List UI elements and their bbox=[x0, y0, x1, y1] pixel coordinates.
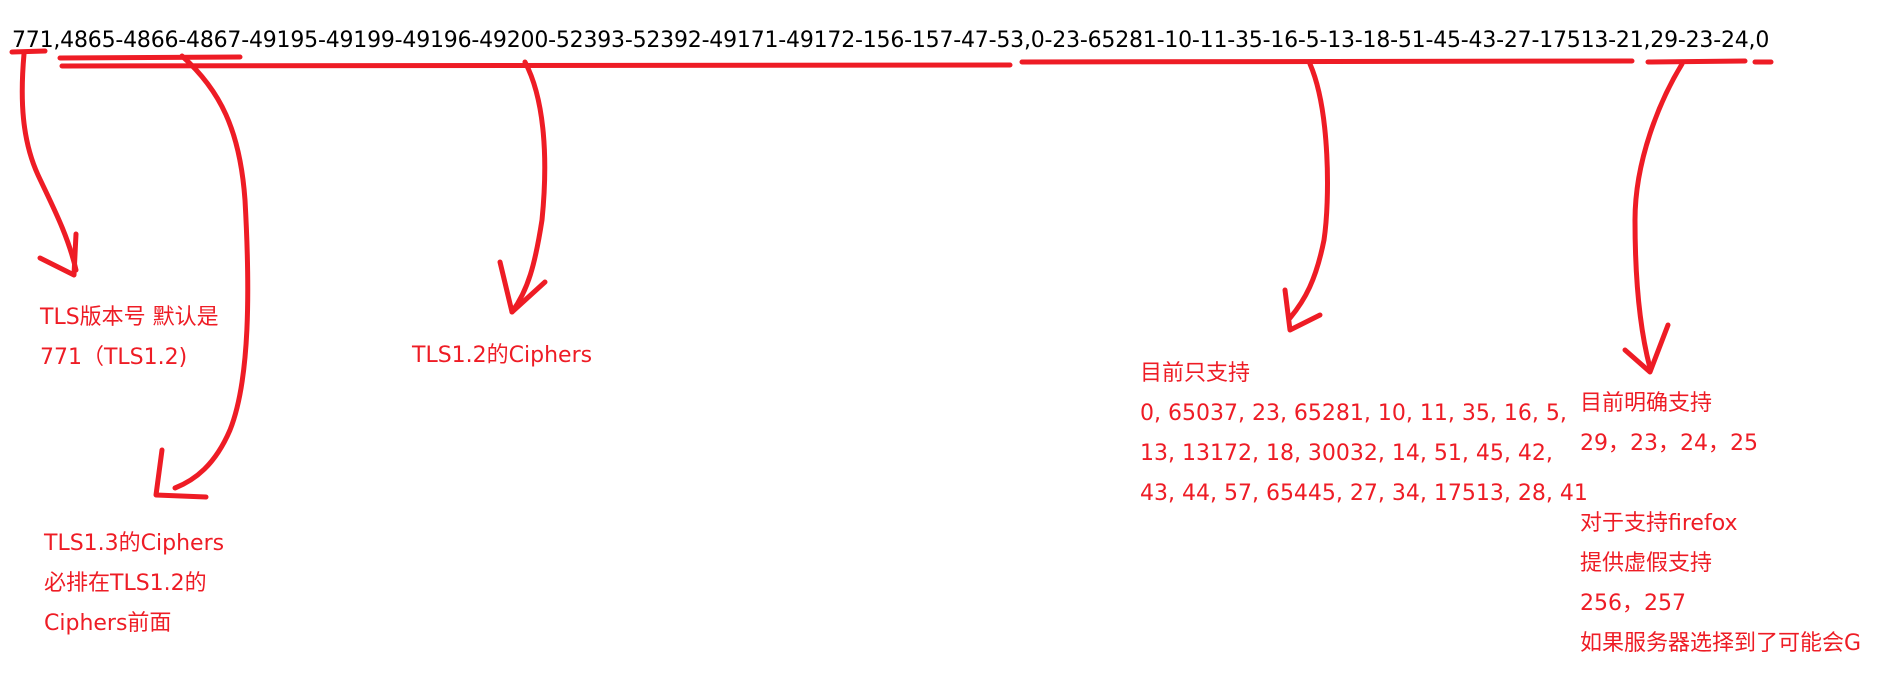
annotation-curves: 目前明确支持 29，23，24，25 对于支持firefox 提供虚假支持 25… bbox=[1580, 384, 1861, 664]
underline-version bbox=[9, 48, 48, 55]
underline-extensions bbox=[1019, 58, 1635, 65]
annotation-line: 13, 13172, 18, 30032, 14, 51, 45, 42, bbox=[1140, 441, 1553, 466]
annotation-line: TLS版本号 默认是 bbox=[40, 305, 219, 330]
annotation-line: Ciphers前面 bbox=[44, 611, 172, 636]
annotation-line: 对于支持firefox bbox=[1580, 511, 1738, 536]
annotation-line: TLS1.2的Ciphers bbox=[412, 343, 593, 368]
underline-tls13-ciphers bbox=[57, 54, 243, 61]
annotation-version: TLS版本号 默认是 771（TLS1.2) bbox=[40, 298, 219, 378]
annotation-line bbox=[1580, 464, 1861, 504]
annotation-tls13-ciphers: TLS1.3的Ciphers 必排在TLS1.2的 Ciphers前面 bbox=[44, 524, 224, 644]
annotation-extensions: 目前只支持 0, 65037, 23, 65281, 10, 11, 35, 1… bbox=[1140, 354, 1588, 514]
annotation-line: TLS1.3的Ciphers bbox=[44, 531, 225, 556]
annotation-line: 目前只支持 bbox=[1140, 361, 1251, 386]
underline-tls12-ciphers bbox=[59, 62, 1013, 69]
arrow-curves bbox=[1632, 61, 1685, 371]
arrow-version bbox=[19, 51, 79, 273]
annotation-line: 提供虚假支持 bbox=[1580, 551, 1713, 576]
arrow-tls12 bbox=[509, 59, 548, 315]
annotation-line: 256，257 bbox=[1580, 591, 1686, 616]
annotation-line: 29，23，24，25 bbox=[1580, 431, 1758, 456]
annotation-line: 如果服务器选择到了可能会G bbox=[1580, 631, 1862, 656]
annotation-line: 0, 65037, 23, 65281, 10, 11, 35, 16, 5, bbox=[1140, 401, 1567, 426]
annotation-line: 必排在TLS1.2的 bbox=[44, 571, 207, 596]
arrow-tls13 bbox=[172, 53, 251, 491]
annotation-line: 目前明确支持 bbox=[1580, 391, 1713, 416]
annotation-line: 43, 44, 57, 65445, 27, 34, 17513, 28, 41 bbox=[1140, 481, 1588, 506]
annotation-tls12-ciphers: TLS1.2的Ciphers bbox=[412, 336, 592, 376]
arrow-extensions bbox=[1287, 61, 1330, 321]
arrowhead-tls12 bbox=[497, 259, 548, 315]
underline-curves bbox=[1645, 58, 1748, 65]
annotation-line: 771（TLS1.2) bbox=[40, 345, 188, 370]
